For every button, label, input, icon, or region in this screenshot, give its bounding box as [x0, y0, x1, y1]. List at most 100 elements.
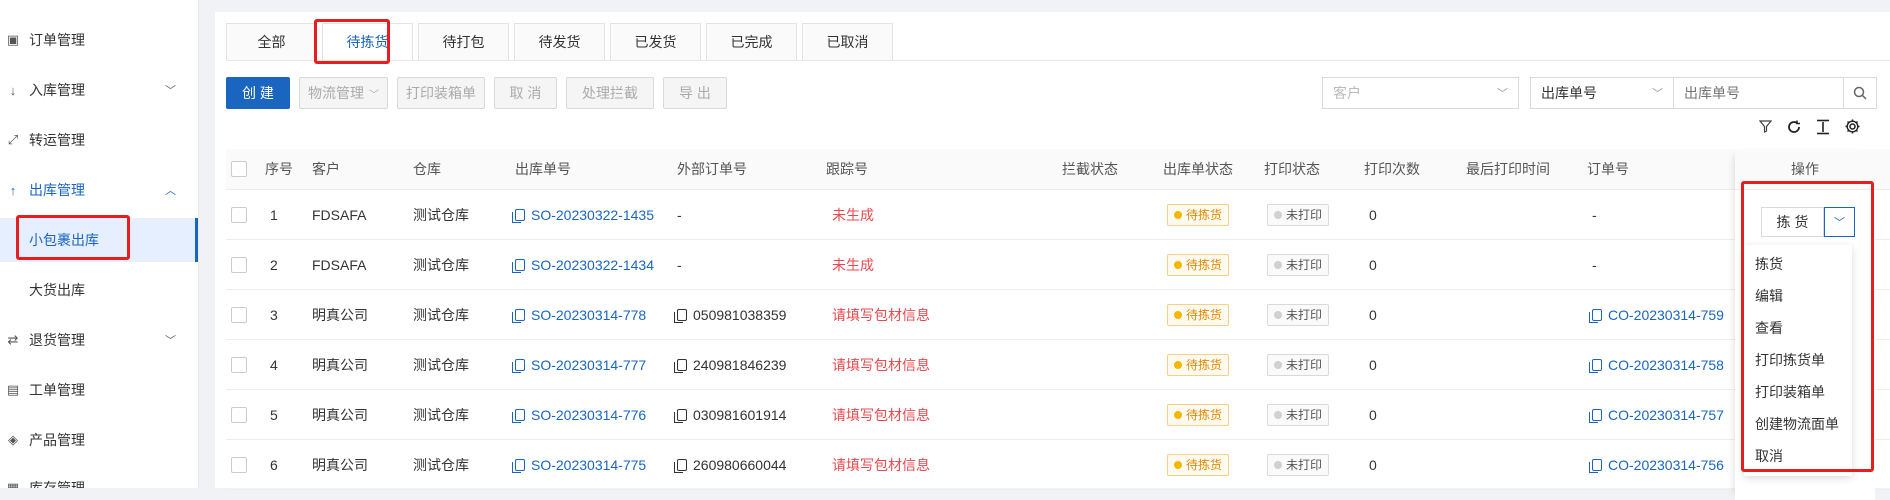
col-header-tracking: 跟踪号: [826, 161, 868, 177]
status-dot: [1174, 410, 1182, 419]
outbound-no-text: SO-20230322-1434: [531, 256, 654, 273]
copy-icon[interactable]: [512, 258, 525, 273]
search-area: 客户 ﹀ 出库单号 ﹀: [1322, 77, 1877, 109]
col-header-external-no: 外部订单号: [677, 161, 747, 177]
sidebar-item-label: 产品管理: [29, 432, 85, 448]
sidebar-item-bulk-outbound[interactable]: 大货出库: [0, 268, 198, 312]
outbound-no-link[interactable]: SO-20230322-1434: [512, 256, 654, 273]
menu-item-print-pick-list[interactable]: 打印拣货单: [1744, 344, 1852, 376]
row-checkbox[interactable]: [231, 406, 247, 423]
tabs-divider: [226, 60, 1890, 61]
copy-icon[interactable]: [674, 408, 687, 423]
filter-icon[interactable]: [1759, 120, 1772, 133]
chevron-down-icon: ﹀: [369, 89, 379, 101]
table-row: 2 FDSAFA 测试仓库 SO-20230322-1434 - 未生成 待拣货 未打印 0 -: [226, 240, 1890, 290]
search-button[interactable]: [1844, 77, 1877, 109]
cell-customer: 明真公司: [312, 406, 368, 423]
copy-icon[interactable]: [512, 308, 525, 323]
print-status-text: 未打印: [1286, 258, 1323, 272]
order-no-link[interactable]: CO-20230314-758: [1589, 356, 1724, 373]
refresh-icon[interactable]: [1786, 119, 1802, 135]
outbound-no-link[interactable]: SO-20230314-776: [512, 407, 646, 423]
sidebar-item-returns[interactable]: ⇄ 退货管理 ﹀: [0, 320, 198, 360]
column-height-icon[interactable]: [1816, 119, 1830, 135]
cell-order-no: -: [1592, 206, 1597, 223]
sidebar-item-small-parcel-outbound[interactable]: 小包裹出库: [0, 218, 198, 262]
chevron-down-icon: ﹀: [1497, 88, 1508, 100]
outbound-no-link[interactable]: SO-20230314-777: [512, 357, 646, 373]
row-checkbox[interactable]: [231, 256, 247, 273]
cell-warehouse: 测试仓库: [413, 456, 469, 473]
search-field-select[interactable]: 出库单号 ﹀: [1530, 77, 1674, 109]
menu-item-print-box-list[interactable]: 打印装箱单: [1744, 376, 1852, 408]
cell-print-count: 0: [1369, 456, 1377, 473]
search-input[interactable]: [1674, 77, 1844, 109]
copy-icon[interactable]: [512, 358, 525, 373]
operation-dropdown-button[interactable]: ﹀: [1824, 207, 1855, 237]
copy-icon[interactable]: [512, 458, 525, 473]
tab-cancelled[interactable]: 已取消: [802, 23, 893, 60]
row-checkbox[interactable]: [231, 206, 247, 223]
menu-item-edit[interactable]: 编辑: [1744, 280, 1852, 312]
logistics-dropdown-button[interactable]: 物流管理 ﹀: [299, 77, 388, 109]
sidebar-item-outbound[interactable]: ↑ 出库管理 ︿: [0, 170, 198, 210]
tab-to-pack[interactable]: 待打包: [418, 23, 509, 60]
copy-icon[interactable]: [1589, 408, 1602, 423]
order-no-text: CO-20230314-757: [1608, 406, 1724, 423]
sidebar-item-transfer[interactable]: ⤢ 转运管理: [0, 120, 198, 160]
sidebar-item-workorders[interactable]: ▤ 工单管理: [0, 370, 198, 410]
sidebar-item-label: 退货管理: [29, 332, 85, 348]
print-status-badge: 未打印: [1267, 403, 1330, 426]
outbound-no-link[interactable]: SO-20230314-778: [512, 307, 646, 323]
copy-icon[interactable]: [512, 408, 525, 423]
menu-item-view[interactable]: 查看: [1744, 312, 1852, 344]
transfer-icon: ⤢: [7, 132, 19, 147]
tab-to-ship[interactable]: 待发货: [514, 23, 605, 60]
sidebar-item-inbound[interactable]: ↓ 入库管理 ﹀: [0, 70, 198, 110]
cell-customer: FDSAFA: [312, 206, 367, 223]
status-dot: [1174, 210, 1182, 219]
tab-all[interactable]: 全部: [226, 23, 317, 60]
cell-print-count: 0: [1369, 406, 1377, 423]
gear-icon[interactable]: [1844, 118, 1861, 135]
cell-warehouse: 测试仓库: [413, 406, 469, 423]
order-no-link[interactable]: CO-20230314-757: [1589, 406, 1724, 423]
cancel-button[interactable]: 取 消: [494, 77, 557, 109]
order-no-text: CO-20230314-758: [1608, 356, 1724, 373]
menu-item-pick[interactable]: 拣货: [1744, 248, 1852, 280]
copy-icon[interactable]: [674, 458, 687, 473]
menu-item-cancel[interactable]: 取消: [1744, 440, 1852, 472]
row-checkbox[interactable]: [231, 306, 247, 323]
menu-item-create-label[interactable]: 创建物流面单: [1744, 408, 1852, 440]
order-no-link[interactable]: CO-20230314-759: [1589, 306, 1724, 323]
copy-icon[interactable]: [1589, 308, 1602, 323]
order-no-text: CO-20230314-756: [1608, 456, 1724, 473]
tab-completed[interactable]: 已完成: [706, 23, 797, 60]
sidebar-item-label: 工单管理: [29, 382, 85, 398]
handle-intercept-button[interactable]: 处理拦截: [566, 77, 654, 109]
pick-button[interactable]: 拣 货: [1761, 207, 1824, 237]
create-button[interactable]: 创 建: [226, 77, 290, 109]
sidebar-item-inventory[interactable]: ▦ 库存管理: [0, 468, 198, 488]
order-no-text: CO-20230314-759: [1608, 306, 1724, 323]
external-no-text: 240981846239: [693, 356, 787, 373]
copy-icon[interactable]: [512, 208, 525, 223]
tab-to-pick[interactable]: 待拣货: [322, 23, 413, 60]
copy-icon[interactable]: [1589, 358, 1602, 373]
sidebar-item-products[interactable]: ◈ 产品管理: [0, 420, 198, 460]
customer-select[interactable]: 客户 ﹀: [1322, 77, 1519, 109]
sidebar-item-orders[interactable]: ▣ 订单管理: [0, 20, 198, 60]
copy-icon[interactable]: [674, 308, 687, 323]
print-box-list-button[interactable]: 打印装箱单: [397, 77, 485, 109]
export-button[interactable]: 导 出: [663, 77, 727, 109]
row-checkbox[interactable]: [231, 456, 247, 473]
copy-icon[interactable]: [1589, 458, 1602, 473]
row-checkbox[interactable]: [231, 356, 247, 373]
select-all-checkbox[interactable]: [231, 161, 247, 177]
cell-external-no: 240981846239: [674, 340, 787, 389]
order-no-link[interactable]: CO-20230314-756: [1589, 456, 1724, 473]
outbound-no-link[interactable]: SO-20230314-775: [512, 457, 646, 473]
copy-icon[interactable]: [674, 358, 687, 373]
tab-shipped[interactable]: 已发货: [610, 23, 701, 60]
outbound-no-link[interactable]: SO-20230322-1435: [512, 207, 654, 223]
